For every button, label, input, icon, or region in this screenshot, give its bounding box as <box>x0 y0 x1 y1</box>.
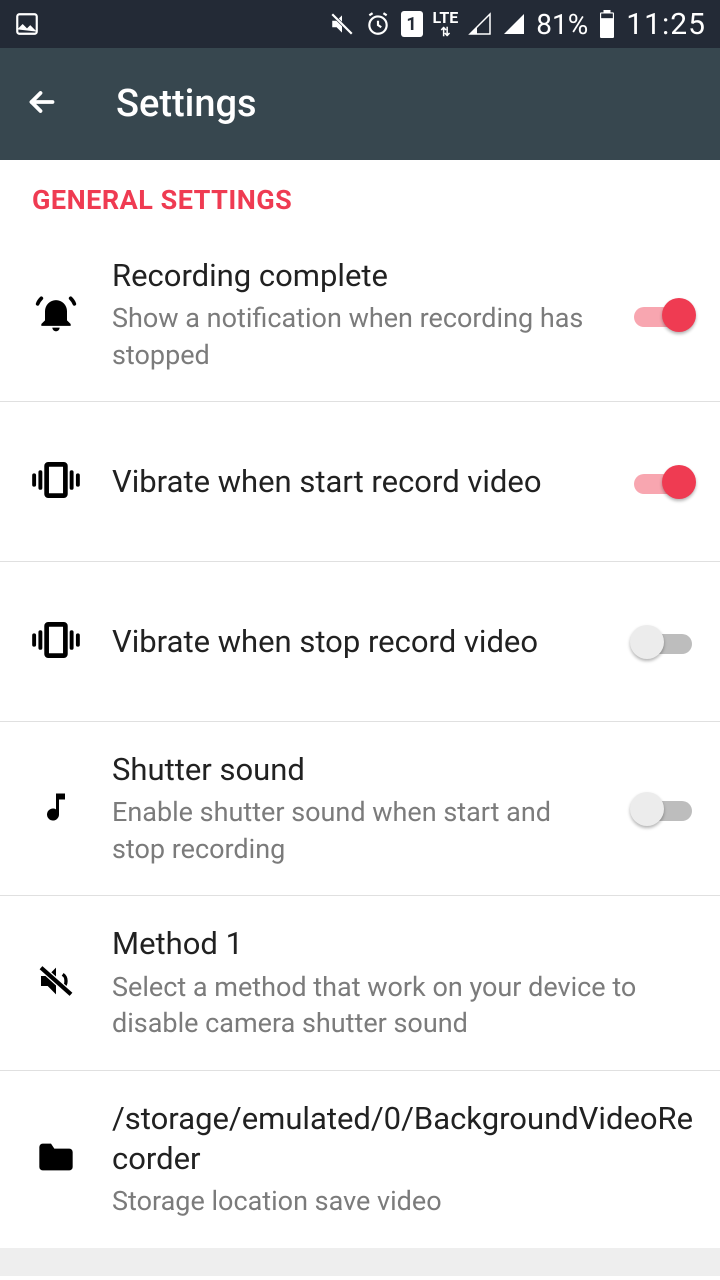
alarm-icon <box>365 11 391 37</box>
toggle-vibrate-start[interactable] <box>630 464 696 500</box>
setting-shutter-method[interactable]: Method 1 Select a method that work on yo… <box>0 896 720 1070</box>
status-bar: 1 LTE ⇅ 81% 11:25 <box>0 0 720 48</box>
section-gap <box>0 1248 720 1276</box>
app-bar: Settings <box>0 48 720 160</box>
page-title: Settings <box>116 82 257 126</box>
setting-title: Vibrate when start record video <box>112 462 606 502</box>
music-note-icon <box>38 787 74 831</box>
setting-title: Vibrate when stop record video <box>112 622 606 662</box>
sim-badge: 1 <box>401 11 423 37</box>
setting-recording-complete[interactable]: Recording complete Show a notification w… <box>0 228 720 402</box>
vibration-icon <box>31 460 81 504</box>
signal-weak-icon <box>468 12 492 36</box>
image-icon <box>14 11 40 37</box>
back-button[interactable] <box>24 84 60 124</box>
lte-icon: LTE ⇅ <box>433 10 459 38</box>
battery-percent: 81% <box>536 8 588 41</box>
setting-storage-location[interactable]: /storage/emulated/0/BackgroundVideoRecor… <box>0 1071 720 1248</box>
setting-title: Recording complete <box>112 256 606 296</box>
general-settings-list: Recording complete Show a notification w… <box>0 228 720 1248</box>
setting-title: /storage/emulated/0/BackgroundVideoRecor… <box>112 1099 696 1180</box>
setting-shutter-sound[interactable]: Shutter sound Enable shutter sound when … <box>0 722 720 896</box>
vibration-icon <box>31 620 81 664</box>
setting-subtitle: Enable shutter sound when start and stop… <box>112 794 606 867</box>
toggle-vibrate-stop[interactable] <box>630 624 696 660</box>
setting-subtitle: Storage location save video <box>112 1183 696 1219</box>
settings-content: GENERAL SETTINGS Recording complete Show… <box>0 160 720 1280</box>
folder-icon <box>36 1140 76 1178</box>
volume-off-icon <box>36 961 76 1005</box>
setting-subtitle: Show a notification when recording has s… <box>112 300 606 373</box>
mute-icon <box>329 11 355 37</box>
signal-icon <box>502 12 526 36</box>
toggle-shutter-sound[interactable] <box>630 791 696 827</box>
setting-vibrate-start[interactable]: Vibrate when start record video <box>0 402 720 562</box>
section-header-view: VIEW SETTINGS <box>0 1276 720 1280</box>
setting-vibrate-stop[interactable]: Vibrate when stop record video <box>0 562 720 722</box>
battery-icon <box>598 10 616 38</box>
toggle-recording-complete[interactable] <box>630 297 696 333</box>
setting-title: Method 1 <box>112 924 696 964</box>
clock-time: 11:25 <box>626 7 706 42</box>
setting-title: Shutter sound <box>112 750 606 790</box>
section-header-general: GENERAL SETTINGS <box>0 160 720 228</box>
bell-ringing-icon <box>34 291 78 339</box>
setting-subtitle: Select a method that work on your device… <box>112 969 696 1042</box>
